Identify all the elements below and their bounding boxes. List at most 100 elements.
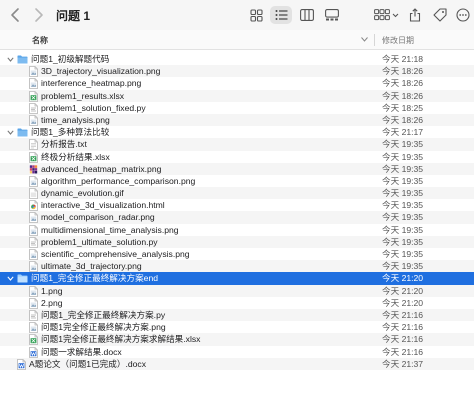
file-row[interactable]: model_comparison_radar.png 今天 19:35 [0,211,474,224]
file-row[interactable]: 3D_trajectory_visualization.png 今天 18:26 [0,65,474,78]
row-name: 分析报告.txt [41,139,87,150]
row-date: 今天 21:16 [382,322,424,333]
row-icon [29,310,38,321]
disclosure-expanded-icon[interactable] [7,275,14,282]
folder-row[interactable]: 问题1_完全修正最终解决方案end 今天 21:20 [0,272,474,285]
list-view-button[interactable] [270,6,292,24]
share-button[interactable] [407,6,423,24]
row-name: 终极分析结果.xlsx [41,151,110,162]
row-icon [29,102,38,114]
row-date: 今天 19:35 [382,151,424,162]
more-button[interactable] [455,6,471,24]
row-date: 今天 21:37 [382,358,424,369]
row-date: 今天 21:20 [382,273,424,284]
py-file-icon [29,102,38,114]
group-button[interactable] [373,6,401,24]
file-row[interactable]: problem1_solution_fixed.py 今天 18:25 [0,102,474,114]
forward-button[interactable] [30,6,46,24]
row-icon [29,175,38,187]
row-name: 问题1_多种算法比较 [31,127,110,138]
row-icon [29,322,38,334]
toolbar: 问题 1 [0,0,474,30]
back-button[interactable] [8,6,24,24]
row-name: 1.png [41,285,63,296]
row-name: algorithm_performance_comparison.png [41,175,196,186]
row-name: 问题1_初级解题代码 [31,54,110,64]
docx-file-icon [17,358,26,370]
xlsx-file-icon [29,90,38,102]
row-name: dynamic_evolution.gif [41,188,124,199]
row-name: 问题1_完全修正最终解决方案.py [41,309,166,320]
folder-row[interactable]: 问题1_多种算法比较 今天 21:17 [0,126,474,138]
row-name: problem1_solution_fixed.py [41,102,146,113]
tag-icon [433,8,447,22]
file-row[interactable]: 终极分析结果.xlsx 今天 19:35 [0,151,474,163]
file-row[interactable]: ultimate_3d_trajectory.png 今天 19:35 [0,260,474,273]
file-row[interactable]: time_analysis.png 今天 18:26 [0,113,474,127]
row-date: 今天 19:35 [382,249,424,259]
row-name: ultimate_3d_trajectory.png [41,261,142,272]
row-date: 今天 19:35 [382,212,424,223]
window-title: 问题 1 [56,9,91,23]
row-icon [17,128,28,137]
forward-icon [35,8,43,22]
disclosure-expanded-icon[interactable] [7,129,14,136]
row-date: 今天 18:26 [382,78,424,89]
row-date: 今天 21:17 [382,127,424,138]
file-list: 问题1_初级解题代码 今天 21:18 3D_trajectory_visualiz… [0,53,474,370]
column-view-button[interactable] [297,6,317,24]
file-row[interactable]: 问题1_完全修正最终解决方案.py 今天 21:16 [0,308,474,322]
row-name: 2.png [41,297,63,308]
file-row[interactable]: interactive_3d_visualization.html 今天 19:3… [0,199,474,212]
gif-file-icon [29,188,38,199]
column-header: 名称 修改日期 [0,30,474,50]
file-row[interactable]: 问题1完全修正最终解决方案.png 今天 21:16 [0,321,474,334]
file-row[interactable]: 1.png 今天 21:20 [0,284,474,297]
row-name: problem1_results.xlsx [41,90,125,101]
file-row[interactable]: dynamic_evolution.gif 今天 19:35 [0,187,474,200]
row-date: 今天 18:26 [382,66,424,77]
icon-view-button[interactable] [246,6,266,24]
back-icon [11,8,19,22]
file-row[interactable]: multidimensional_time_analysis.png 今天 19:… [0,224,474,236]
share-icon [409,8,421,22]
row-icon [29,236,38,248]
row-date: 今天 21:16 [382,346,424,357]
row-icon [29,66,38,78]
png-file-icon [29,175,38,187]
file-row[interactable]: 2.png 今天 21:20 [0,297,474,309]
row-icon [29,151,38,163]
gallery-view-button[interactable] [322,6,342,24]
row-icon [29,90,38,102]
file-row[interactable]: 问题一求解结果.docx 今天 21:16 [0,346,474,358]
file-row[interactable]: problem1_results.xlsx 今天 18:26 [0,89,474,102]
column-name-header[interactable]: 名称 [32,35,48,46]
xlsx-file-icon [29,334,38,346]
file-row[interactable]: interference_heatmap.png 今天 18:26 [0,77,474,90]
disclosure-expanded-icon[interactable] [7,56,14,63]
txt-file-icon [29,139,38,151]
py-file-icon [29,236,38,248]
file-row[interactable]: advanced_heatmap_matrix.png 今天 19:35 [0,162,474,175]
row-name: interference_heatmap.png [41,78,142,89]
group-icon [374,9,399,21]
column-separator[interactable] [374,34,375,46]
row-name: 问题一求解结果.docx [41,346,122,357]
file-row[interactable]: 分析报告.txt 今天 19:35 [0,138,474,151]
gallery-view-icon [325,9,339,21]
file-row[interactable]: A题论文（问题1已完成）.docx 今天 21:37 [0,357,474,370]
row-date: 今天 21:20 [382,297,424,308]
sort-chevron-icon[interactable] [361,37,368,42]
file-row[interactable]: scientific_comprehensive_analysis.png 今天 … [0,248,474,260]
row-icon [17,358,26,370]
row-date: 今天 19:35 [382,261,424,272]
file-row[interactable]: 问题1完全修正最终解决方案求解结果.xlsx 今天 21:16 [0,333,474,346]
folder-row[interactable]: 问题1_初级解题代码 今天 21:18 [0,53,474,65]
row-name: interactive_3d_visualization.html [41,200,165,211]
file-row[interactable]: algorithm_performance_comparison.png 今天 1… [0,175,474,187]
tag-button[interactable] [432,6,448,24]
row-date: 今天 21:16 [382,334,424,345]
file-row[interactable]: problem1_ultimate_solution.py 今天 19:35 [0,235,474,248]
row-name: 3D_trajectory_visualization.png [41,66,161,77]
column-modified-header[interactable]: 修改日期 [382,35,414,46]
